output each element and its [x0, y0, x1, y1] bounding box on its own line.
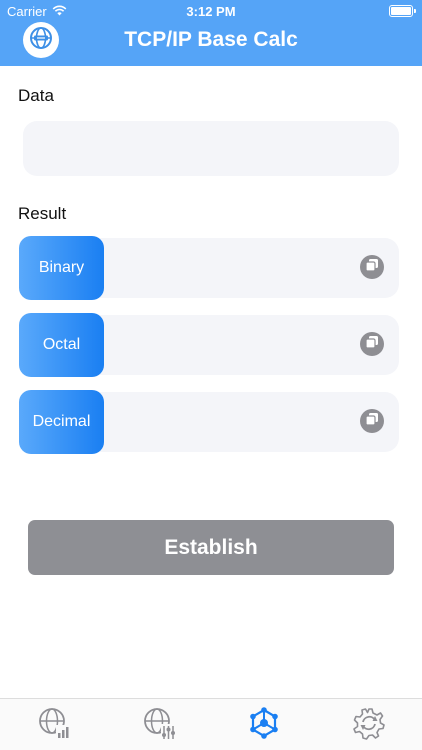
status-time: 3:12 PM: [186, 4, 236, 19]
settings-icon: [352, 706, 386, 745]
result-row-decimal: Decimal: [19, 390, 399, 454]
tab-settings[interactable]: [351, 707, 387, 743]
tab-bar: [0, 698, 422, 750]
binary-tag: Binary: [19, 236, 104, 300]
copy-icon: [365, 335, 379, 354]
result-row-octal: Octal: [19, 313, 399, 377]
tab-network-settings[interactable]: [141, 707, 177, 743]
status-bar: Carrier 3:12 PM: [0, 0, 422, 22]
copy-icon: [365, 258, 379, 277]
result-label: Result: [18, 204, 67, 223]
battery-icon: [389, 5, 416, 17]
octal-tag: Octal: [19, 313, 104, 377]
copy-binary-button[interactable]: [360, 255, 384, 279]
globe-sliders-icon: [142, 706, 176, 745]
page-title: TCP/IP Base Calc: [124, 28, 298, 51]
copy-decimal-button[interactable]: [360, 409, 384, 433]
decimal-tag: Decimal: [19, 390, 104, 454]
result-row-binary: Binary: [19, 236, 399, 300]
establish-button[interactable]: Establish: [28, 520, 394, 575]
copy-octal-button[interactable]: [360, 332, 384, 356]
network-hub-icon: [248, 706, 280, 744]
nav-bar: TCP/IP Base Calc: [0, 22, 422, 66]
tab-base-calc[interactable]: [246, 706, 282, 744]
data-input[interactable]: [23, 121, 399, 176]
data-label: Data: [18, 86, 54, 105]
tab-network-stats[interactable]: [36, 707, 72, 743]
copy-icon: [365, 412, 379, 431]
globe-chart-icon: [37, 706, 71, 745]
